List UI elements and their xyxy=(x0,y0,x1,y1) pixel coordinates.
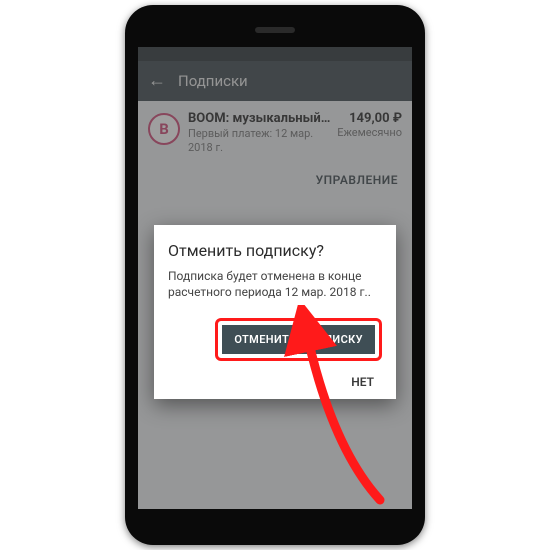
phone-screen: ← Подписки B BOOM: музыкальный… Первый п… xyxy=(138,47,412,509)
page-title: Подписки xyxy=(178,72,248,90)
phone-frame: ← Подписки B BOOM: музыкальный… Первый п… xyxy=(125,5,425,545)
annotation-highlight: ОТМЕНИТЬ ПОДПИСКУ xyxy=(215,318,382,361)
subscription-title: BOOM: музыкальный… xyxy=(188,111,331,126)
subscription-price: 149,00 ₽ xyxy=(337,111,402,126)
subscription-period: Ежемесячно xyxy=(337,126,402,139)
subscription-subtitle: Первый платеж: 12 мар. 2018 г. xyxy=(188,127,331,155)
status-bar xyxy=(138,47,412,61)
app-icon: B xyxy=(148,113,180,145)
manage-button[interactable]: УПРАВЛЕНИЕ xyxy=(148,173,398,187)
phone-earpiece xyxy=(255,27,295,33)
cancel-subscription-dialog: Отменить подписку? Подписка будет отмене… xyxy=(154,225,396,399)
back-arrow-icon[interactable]: ← xyxy=(146,72,168,90)
subscription-row[interactable]: B BOOM: музыкальный… Первый платеж: 12 м… xyxy=(148,111,402,155)
dialog-title: Отменить подписку? xyxy=(168,241,382,260)
dialog-body: Подписка будет отменена в конце расчетно… xyxy=(168,268,382,300)
app-bar: ← Подписки xyxy=(138,61,412,101)
subscription-list: B BOOM: музыкальный… Первый платеж: 12 м… xyxy=(138,101,412,187)
deny-button[interactable]: НЕТ xyxy=(343,371,382,389)
confirm-cancel-button[interactable]: ОТМЕНИТЬ ПОДПИСКУ xyxy=(222,325,375,354)
